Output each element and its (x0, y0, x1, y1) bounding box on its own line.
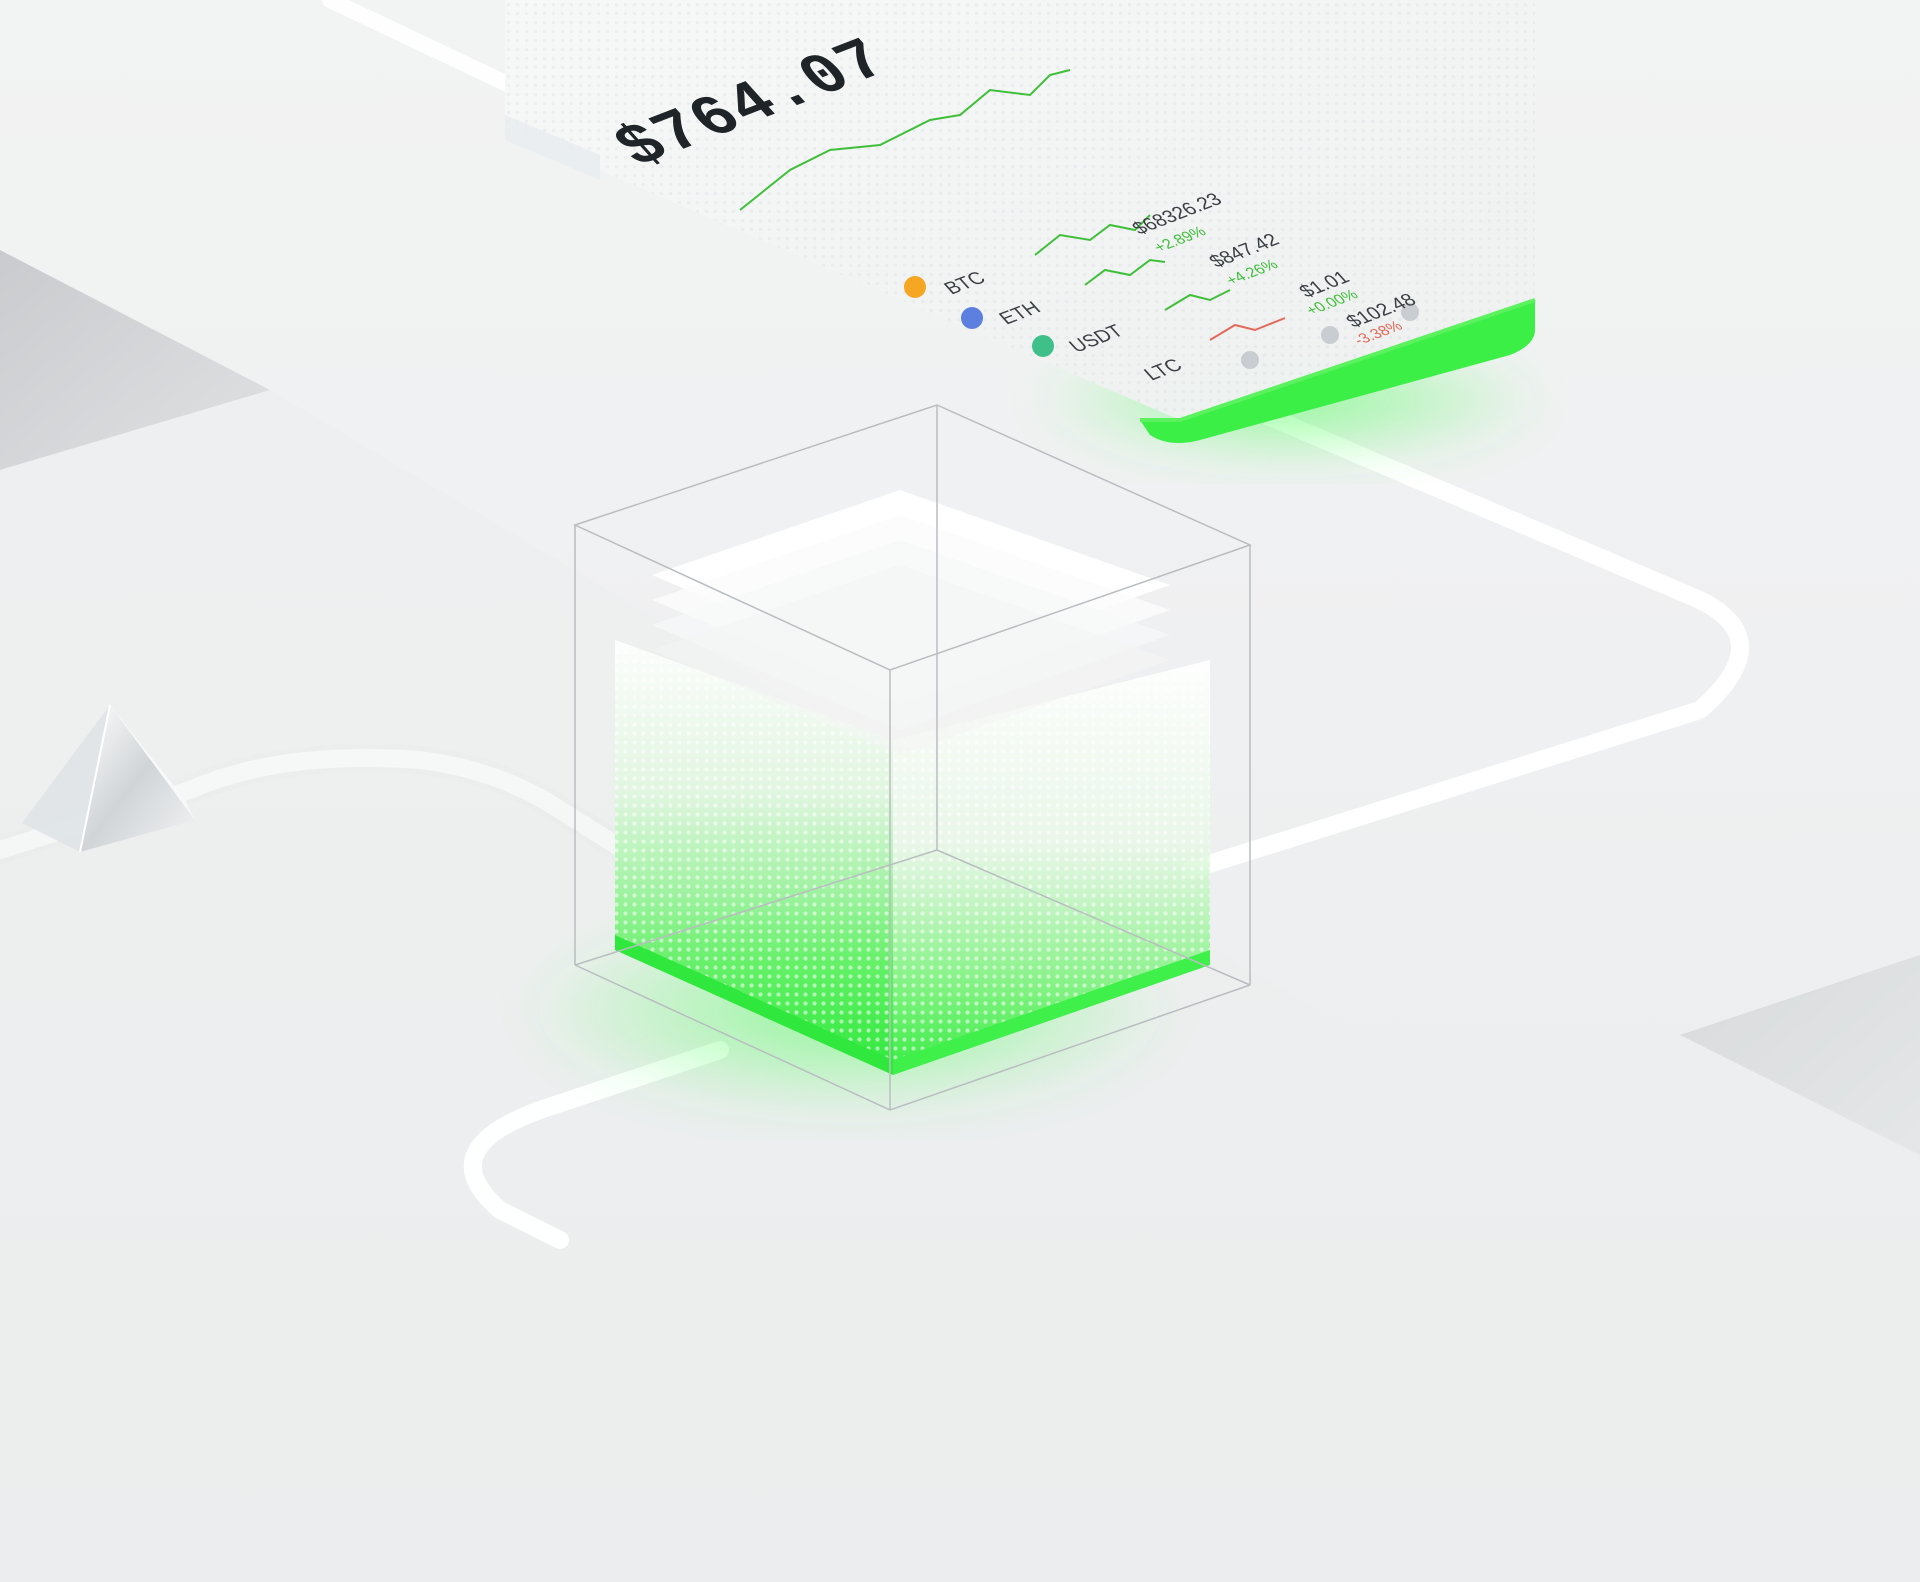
nav-icon (1321, 326, 1339, 344)
usdt-coin-icon (1032, 335, 1054, 357)
isometric-scene: $764.07 BTC ETH USDT LTC $68326.23 +2.89… (0, 0, 1920, 1582)
phone-screen (505, 0, 1536, 444)
nav-icon (1241, 351, 1259, 369)
scene-illustration (0, 0, 1920, 1582)
eth-coin-icon (961, 307, 983, 329)
btc-coin-icon (904, 276, 926, 298)
